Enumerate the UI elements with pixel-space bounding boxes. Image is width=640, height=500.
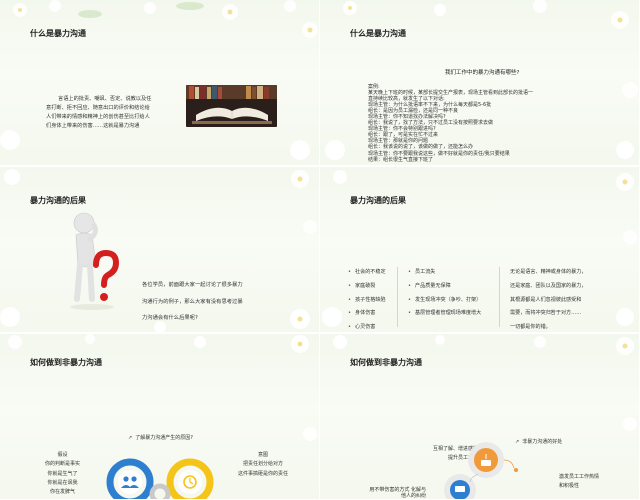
list-item: 孩子性格缺陷 bbox=[348, 294, 386, 308]
divider bbox=[397, 267, 398, 327]
label-line: 激发员工工作热情 bbox=[559, 474, 600, 480]
benefit-conflict-resolution: 用不带伤害的方式 化解与 他人的纠纷 bbox=[328, 487, 426, 499]
slide-thumbnail-5[interactable]: 如何做到非暴力沟通 ↗ 了解暴力沟通产生的原因? 假设 你的判断是事实 你就是生气… bbox=[0, 334, 320, 500]
label-line: 你就是在讽我 bbox=[47, 479, 78, 486]
assumption-label: 假设 你的判断是事实 你就是生气了 你就是在讽我 你在发脾气 bbox=[45, 451, 80, 497]
label-line: 意图 bbox=[258, 452, 269, 458]
divider bbox=[499, 267, 500, 327]
benefit-motivation: 激发员工工作热情 和积极性 bbox=[559, 473, 599, 491]
slide-thumbnail-grid: 什么是暴力沟通 言语上的批责、嘲讽、否定、说教以及任 意打断、拒不回应、随意出口… bbox=[0, 0, 640, 500]
slide-thumbnail-3[interactable]: 暴力沟通的后果 各位学员，前面跟大家一起讨论了很多暴力 沟通行为的例子，那么大家… bbox=[0, 167, 320, 333]
summary-line: 无论是语言、精神或身体的暴力， bbox=[510, 269, 587, 275]
flower-decoration bbox=[0, 0, 318, 160]
summary-line: 其根源都是人们忽视彼此感受和 bbox=[510, 296, 582, 303]
label-line: 你就是生气了 bbox=[47, 470, 78, 477]
slide-title: 如何做到非暴力沟通 bbox=[350, 358, 422, 367]
label-line: 把责任划分给对方 bbox=[243, 461, 284, 468]
body-line: 力沟通会有什么后果呢? bbox=[142, 315, 198, 321]
label-line: 和积极性 bbox=[559, 483, 580, 489]
case-dialog: 案例: 某天晚上下班的时候，某部长提交生产报表，现场主管看到此部长的批语一 直持… bbox=[368, 84, 613, 163]
body-line: 各位学员，前面跟大家一起讨论了很多暴力 bbox=[142, 282, 243, 288]
cause-cycle-diagram bbox=[106, 458, 214, 499]
label-line: 你在发脾气 bbox=[50, 489, 76, 496]
body-line: 言语上的批责、嘲讽、否定、说教以及任 bbox=[58, 96, 152, 102]
arrow-icon: ↗ bbox=[128, 435, 133, 441]
monitor-icon bbox=[455, 486, 465, 492]
label-line: 假设 bbox=[57, 452, 68, 458]
consequence-summary: 无论是语言、精神或身体的暴力， 还是家庭、团队以及国家的暴力， 其根源都是人们忽… bbox=[510, 266, 628, 332]
label-line: 你的判断是事实 bbox=[45, 461, 81, 468]
cause-question-text: 了解暴力沟通产生的原因? bbox=[135, 435, 193, 441]
list-item: 产品质量无保障 bbox=[408, 280, 481, 294]
slide-title: 如何做到非暴力沟通 bbox=[30, 358, 102, 367]
cause-question: ↗ 了解暴力沟通产生的原因? bbox=[128, 434, 196, 441]
slide-thumbnail-6[interactable]: 如何做到非暴力沟通 ↗ 非暴力沟通的好处 互相了解、增进感情， 提升员工归属感 激… bbox=[320, 334, 640, 500]
label-line: 这件事搞砸是你的责任 bbox=[238, 470, 289, 477]
list-item: 社会的不稳定 bbox=[348, 266, 386, 280]
slide-title: 什么是暴力沟通 bbox=[350, 29, 406, 38]
label-line: 他人的纠纷 bbox=[400, 493, 426, 499]
book-photo bbox=[186, 85, 277, 127]
slide-thumbnail-2[interactable]: 什么是暴力沟通 我们工作中的暴力沟通有哪些? 案例: 某天晚上下班的时候，某部长… bbox=[320, 0, 640, 166]
dialog-line: 结果：组长很生气直接下班了 bbox=[368, 156, 434, 163]
intent-label: 意图 把责任划分给对方 这件事搞砸是你的责任 bbox=[238, 451, 288, 479]
list-item: 家庭破裂 bbox=[348, 280, 386, 294]
benefits-diagram bbox=[444, 442, 518, 499]
slide-title: 什么是暴力沟通 bbox=[30, 29, 86, 38]
summary-line: 还是家庭、团队以及国家的暴力， bbox=[510, 282, 587, 289]
question-mark-figure-icon bbox=[70, 212, 120, 310]
body-line: 沟通行为的例子，那么大家有没有思考过暴 bbox=[142, 298, 243, 305]
consequence-list-work: 员工流失 产品质量无保障 发生现场冲突（争吵、打架） 基层管理者管理现场难度增大 bbox=[408, 266, 481, 321]
body-line: 们身体上带来的伤害……这就是暴力沟通 bbox=[46, 123, 140, 129]
list-item: 身体伤害 bbox=[348, 307, 386, 321]
summary-line: 需要，而将冲突归咎于对方…… bbox=[510, 310, 582, 317]
slide-thumbnail-1[interactable]: 什么是暴力沟通 言语上的批责、嘲讽、否定、说教以及任 意打断、拒不回应、随意出口… bbox=[0, 0, 320, 166]
list-item: 员工流失 bbox=[408, 266, 481, 280]
body-line: 人们带来的情感和精神上的创伤甚至比打给人 bbox=[46, 114, 150, 120]
slide-body-text: 各位学员，前面跟大家一起讨论了很多暴力 沟通行为的例子，那么大家有没有思考过暴 … bbox=[142, 277, 272, 327]
slide-body-text: 言语上的批责、嘲讽、否定、说教以及任 意打断、拒不回应、随意出口的评价和结论给 … bbox=[46, 95, 170, 131]
slide-title: 暴力沟通的后果 bbox=[350, 196, 406, 205]
consequence-list-society: 社会的不稳定 家庭破裂 孩子性格缺陷 身体伤害 心灵伤害 bbox=[348, 266, 386, 332]
slide-thumbnail-4[interactable]: 暴力沟通的后果 社会的不稳定 家庭破裂 孩子性格缺陷 身体伤害 心灵伤害 员工流… bbox=[320, 167, 640, 333]
summary-line: 一切都是你的错。 bbox=[510, 324, 551, 331]
body-line: 意打断、拒不回应、随意出口的评价和结论给 bbox=[46, 105, 150, 111]
list-item: 发生现场冲突（争吵、打架） bbox=[408, 294, 481, 308]
slide-question: 我们工作中的暴力沟通有哪些? bbox=[445, 70, 520, 76]
list-item: 基层管理者管理现场难度增大 bbox=[408, 307, 481, 321]
list-item: 心灵伤害 bbox=[348, 321, 386, 332]
